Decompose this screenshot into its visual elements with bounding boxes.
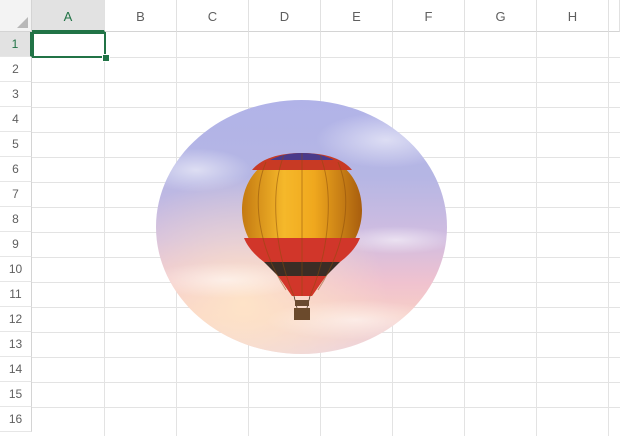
gridline: [536, 32, 537, 436]
column-header-a[interactable]: A: [32, 0, 105, 32]
active-cell-a1[interactable]: [32, 32, 106, 58]
oval-picture-hot-air-balloon[interactable]: [156, 100, 447, 354]
select-all-button[interactable]: [0, 0, 32, 32]
gridline: [32, 382, 620, 383]
row-header-12[interactable]: 12: [0, 307, 32, 332]
row-header-9[interactable]: 9: [0, 232, 32, 257]
gridline: [32, 82, 620, 83]
gridline: [608, 32, 609, 436]
row-header-16[interactable]: 16: [0, 407, 32, 432]
select-all-triangle-icon: [17, 17, 28, 28]
column-header-partial[interactable]: [609, 0, 620, 32]
gridline: [32, 357, 620, 358]
row-header-14[interactable]: 14: [0, 357, 32, 382]
column-headers: A B C D E F G H: [0, 0, 620, 32]
column-header-f[interactable]: F: [393, 0, 465, 32]
row-header-7[interactable]: 7: [0, 182, 32, 207]
column-header-h[interactable]: H: [537, 0, 609, 32]
row-header-15[interactable]: 15: [0, 382, 32, 407]
gridline: [32, 57, 620, 58]
column-header-d[interactable]: D: [249, 0, 321, 32]
row-headers: 1 2 3 4 5 6 7 8 9 10 11 12 13 14 15 16: [0, 32, 32, 436]
row-header-4[interactable]: 4: [0, 107, 32, 132]
row-header-8[interactable]: 8: [0, 207, 32, 232]
column-header-e[interactable]: E: [321, 0, 393, 32]
row-header-6[interactable]: 6: [0, 157, 32, 182]
row-header-11[interactable]: 11: [0, 282, 32, 307]
row-header-2[interactable]: 2: [0, 57, 32, 82]
fill-handle[interactable]: [102, 54, 110, 62]
row-header-5[interactable]: 5: [0, 132, 32, 157]
gridline: [104, 32, 105, 436]
balloon-photo: [156, 100, 447, 354]
column-header-g[interactable]: G: [465, 0, 537, 32]
column-header-c[interactable]: C: [177, 0, 249, 32]
spreadsheet: A B C D E F G H 1 2 3 4 5 6 7 8 9 10 11 …: [0, 0, 620, 436]
row-header-13[interactable]: 13: [0, 332, 32, 357]
row-header-1[interactable]: 1: [0, 32, 32, 57]
row-header-10[interactable]: 10: [0, 257, 32, 282]
column-header-b[interactable]: B: [105, 0, 177, 32]
gridline: [464, 32, 465, 436]
row-header-3[interactable]: 3: [0, 82, 32, 107]
gridline: [32, 407, 620, 408]
